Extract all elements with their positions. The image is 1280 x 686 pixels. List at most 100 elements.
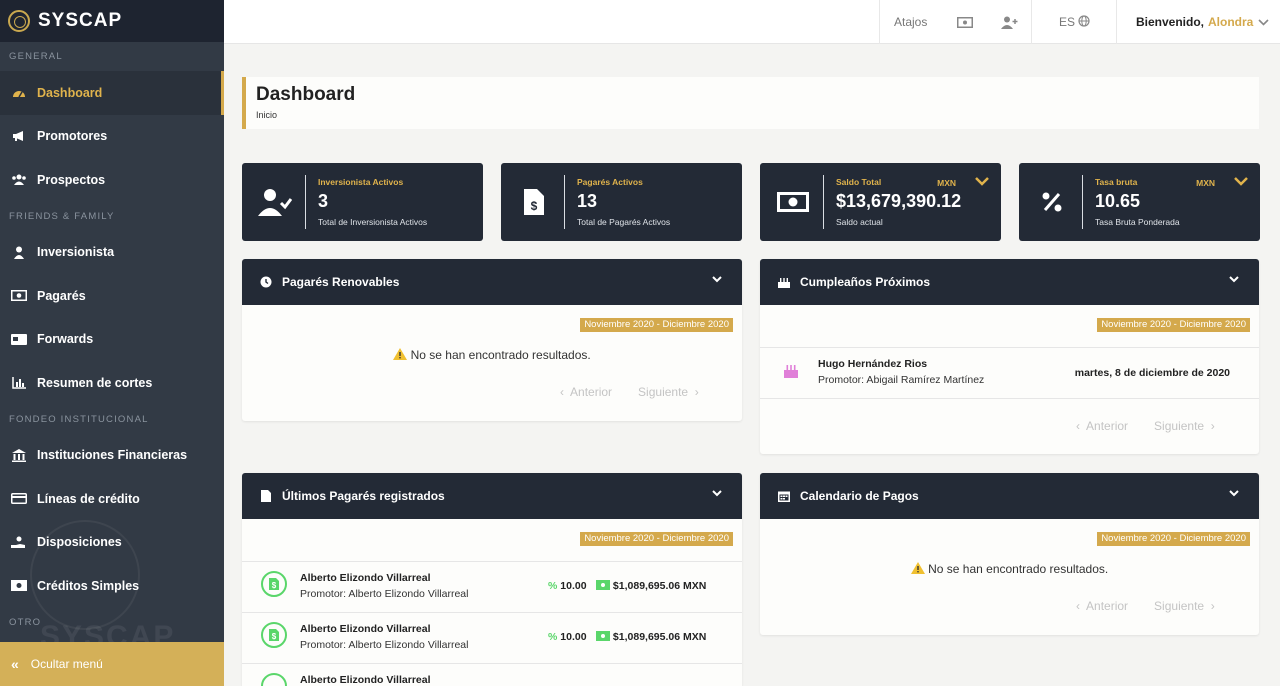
file-invoice-icon (259, 490, 272, 502)
warning-icon (910, 562, 925, 576)
panel-header[interactable]: Cumpleaños Próximos (760, 259, 1259, 305)
stat-value: 3 (318, 191, 329, 211)
chevron-down-icon[interactable] (1229, 274, 1239, 286)
stat-divider (1082, 175, 1083, 229)
watermark-logo-icon (30, 520, 140, 630)
gauge-icon (11, 86, 27, 100)
document-dollar-icon: $ (261, 622, 287, 648)
chevron-down-icon[interactable] (712, 274, 722, 286)
topbar: Atajos ES Bienvenido, Alondra (224, 0, 1280, 44)
sidebar-item-resumen-cortes[interactable]: Resumen de cortes (0, 361, 224, 405)
next-label: Siguiente (638, 385, 689, 399)
previous-label: Anterior (1086, 419, 1129, 433)
sidebar-item-label: Dashboard (37, 85, 103, 100)
hide-menu-label: Ocultar menú (30, 657, 103, 671)
hide-menu-button[interactable]: « Ocultar menú (0, 642, 224, 686)
birthday-cake-icon (777, 276, 790, 288)
panel-header[interactable]: Últimos Pagarés registrados (242, 473, 742, 519)
language-selector[interactable]: ES (1059, 0, 1090, 44)
birthday-date: martes, 8 de diciembre de 2020 (1074, 367, 1230, 379)
shortcuts-button[interactable]: Atajos (894, 0, 927, 44)
previous-label: Anterior (1086, 599, 1129, 613)
previous-page-button[interactable]: ‹ Anterior (560, 385, 612, 399)
sidebar-item-inversionista[interactable]: Inversionista (0, 231, 224, 275)
promotor-name: Promotor: Alberto Elizondo Villarreal (300, 639, 469, 651)
pagination: ‹ Anterior Siguiente › (1076, 599, 1215, 613)
pagination: ‹ Anterior Siguiente › (560, 385, 699, 399)
document-dollar-icon: $ (261, 571, 287, 597)
empty-message-text: No se han encontrado resultados. (410, 348, 591, 362)
user-menu[interactable]: Bienvenido, Alondra (1136, 0, 1269, 44)
warning-icon (393, 348, 408, 362)
bar-chart-icon (11, 376, 27, 390)
empty-message: No se han encontrado resultados. (760, 562, 1259, 576)
currency-dropdown-chevron-icon[interactable] (1234, 175, 1248, 189)
file-invoice-dollar-icon: $ (517, 185, 551, 219)
money-icon (11, 579, 27, 593)
date-range-badge: Noviembre 2020 - Diciembre 2020 (1097, 532, 1250, 546)
percent-icon: % (548, 580, 558, 592)
hand-money-icon (11, 535, 27, 549)
next-page-button[interactable]: Siguiente › (638, 385, 699, 399)
panel-header[interactable]: Calendario de Pagos (760, 473, 1259, 519)
stat-value: 10.65 (1095, 191, 1141, 211)
next-page-button[interactable]: Siguiente › (1154, 419, 1215, 433)
stat-sub: Total de Pagarés Activos (577, 217, 671, 227)
sidebar-item-prospectos[interactable]: Prospectos (0, 158, 224, 202)
investor-name: Alberto Elizondo Villarreal (300, 572, 431, 584)
credit-card-icon (11, 492, 27, 506)
row-divider (760, 398, 1259, 399)
stat-sub: Saldo actual (836, 217, 883, 227)
panel-title: Pagarés Renovables (282, 275, 400, 289)
section-general: GENERAL (9, 51, 63, 62)
birthday-cake-icon (784, 362, 798, 383)
users-icon (11, 173, 27, 187)
panel-calendario-pagos: Calendario de Pagos Noviembre 2020 - Dic… (760, 473, 1259, 635)
chevron-down-icon[interactable] (712, 488, 722, 500)
panel-header[interactable]: Pagarés Renovables (242, 259, 742, 305)
user-check-icon (258, 185, 292, 219)
page-title: Dashboard (256, 84, 356, 105)
double-chevron-left-icon: « (11, 656, 19, 672)
empty-message-text: No se han encontrado resultados. (928, 562, 1109, 576)
stat-label: Saldo Total (836, 177, 882, 187)
previous-page-button[interactable]: ‹ Anterior (1076, 419, 1128, 433)
chevron-down-icon[interactable] (1229, 488, 1239, 500)
panel-title: Últimos Pagarés registrados (282, 489, 445, 503)
add-user-icon[interactable] (1001, 0, 1018, 44)
previous-page-button[interactable]: ‹ Anterior (1076, 599, 1128, 613)
stat-label: Tasa bruta (1095, 177, 1138, 187)
stat-label: Pagarés Activos (577, 177, 643, 187)
syscap-logo-icon (8, 10, 30, 32)
sidebar-item-pagares[interactable]: Pagarés (0, 274, 224, 318)
bank-icon (11, 448, 27, 462)
rate-value: % 10.00 (548, 631, 587, 643)
currency-dropdown-chevron-icon[interactable] (975, 175, 989, 189)
clock-icon (259, 276, 272, 288)
sidebar-item-label: Forwards (37, 332, 94, 347)
breadcrumb[interactable]: Inicio (256, 110, 1249, 120)
sidebar-item-lineas-credito[interactable]: Líneas de crédito (0, 477, 224, 521)
stat-card-inversionistas: Inversionista Activos 3 Total de Inversi… (242, 163, 483, 241)
topbar-divider (1116, 0, 1117, 44)
brand[interactable]: SYSCAP (0, 0, 224, 42)
date-range-badge: Noviembre 2020 - Diciembre 2020 (580, 318, 733, 332)
document-dollar-icon (261, 673, 287, 686)
sidebar-item-forwards[interactable]: Forwards (0, 318, 224, 362)
money-shortcut-icon[interactable] (957, 0, 973, 44)
section-friends-family: FRIENDS & FAMILY (9, 210, 115, 222)
sidebar-item-dashboard[interactable]: Dashboard (0, 71, 224, 115)
investor-name: Alberto Elizondo Villarreal (300, 674, 431, 686)
percent-icon: % (548, 631, 558, 643)
sidebar-item-label: Resumen de cortes (37, 375, 153, 390)
investor-name: Alberto Elizondo Villarreal (300, 623, 431, 635)
date-range-badge: Noviembre 2020 - Diciembre 2020 (1097, 318, 1250, 332)
rate-value: % 10.00 (548, 580, 587, 592)
sidebar-item-promotores[interactable]: Promotores (0, 115, 224, 159)
empty-message: No se han encontrado resultados. (242, 348, 742, 362)
chevron-down-icon (1258, 15, 1269, 29)
sidebar-item-instituciones[interactable]: Instituciones Financieras (0, 434, 224, 478)
svg-text:$: $ (531, 199, 538, 213)
next-page-button[interactable]: Siguiente › (1154, 599, 1215, 613)
stat-card-pagares: $ Pagarés Activos 13 Total de Pagarés Ac… (501, 163, 742, 241)
